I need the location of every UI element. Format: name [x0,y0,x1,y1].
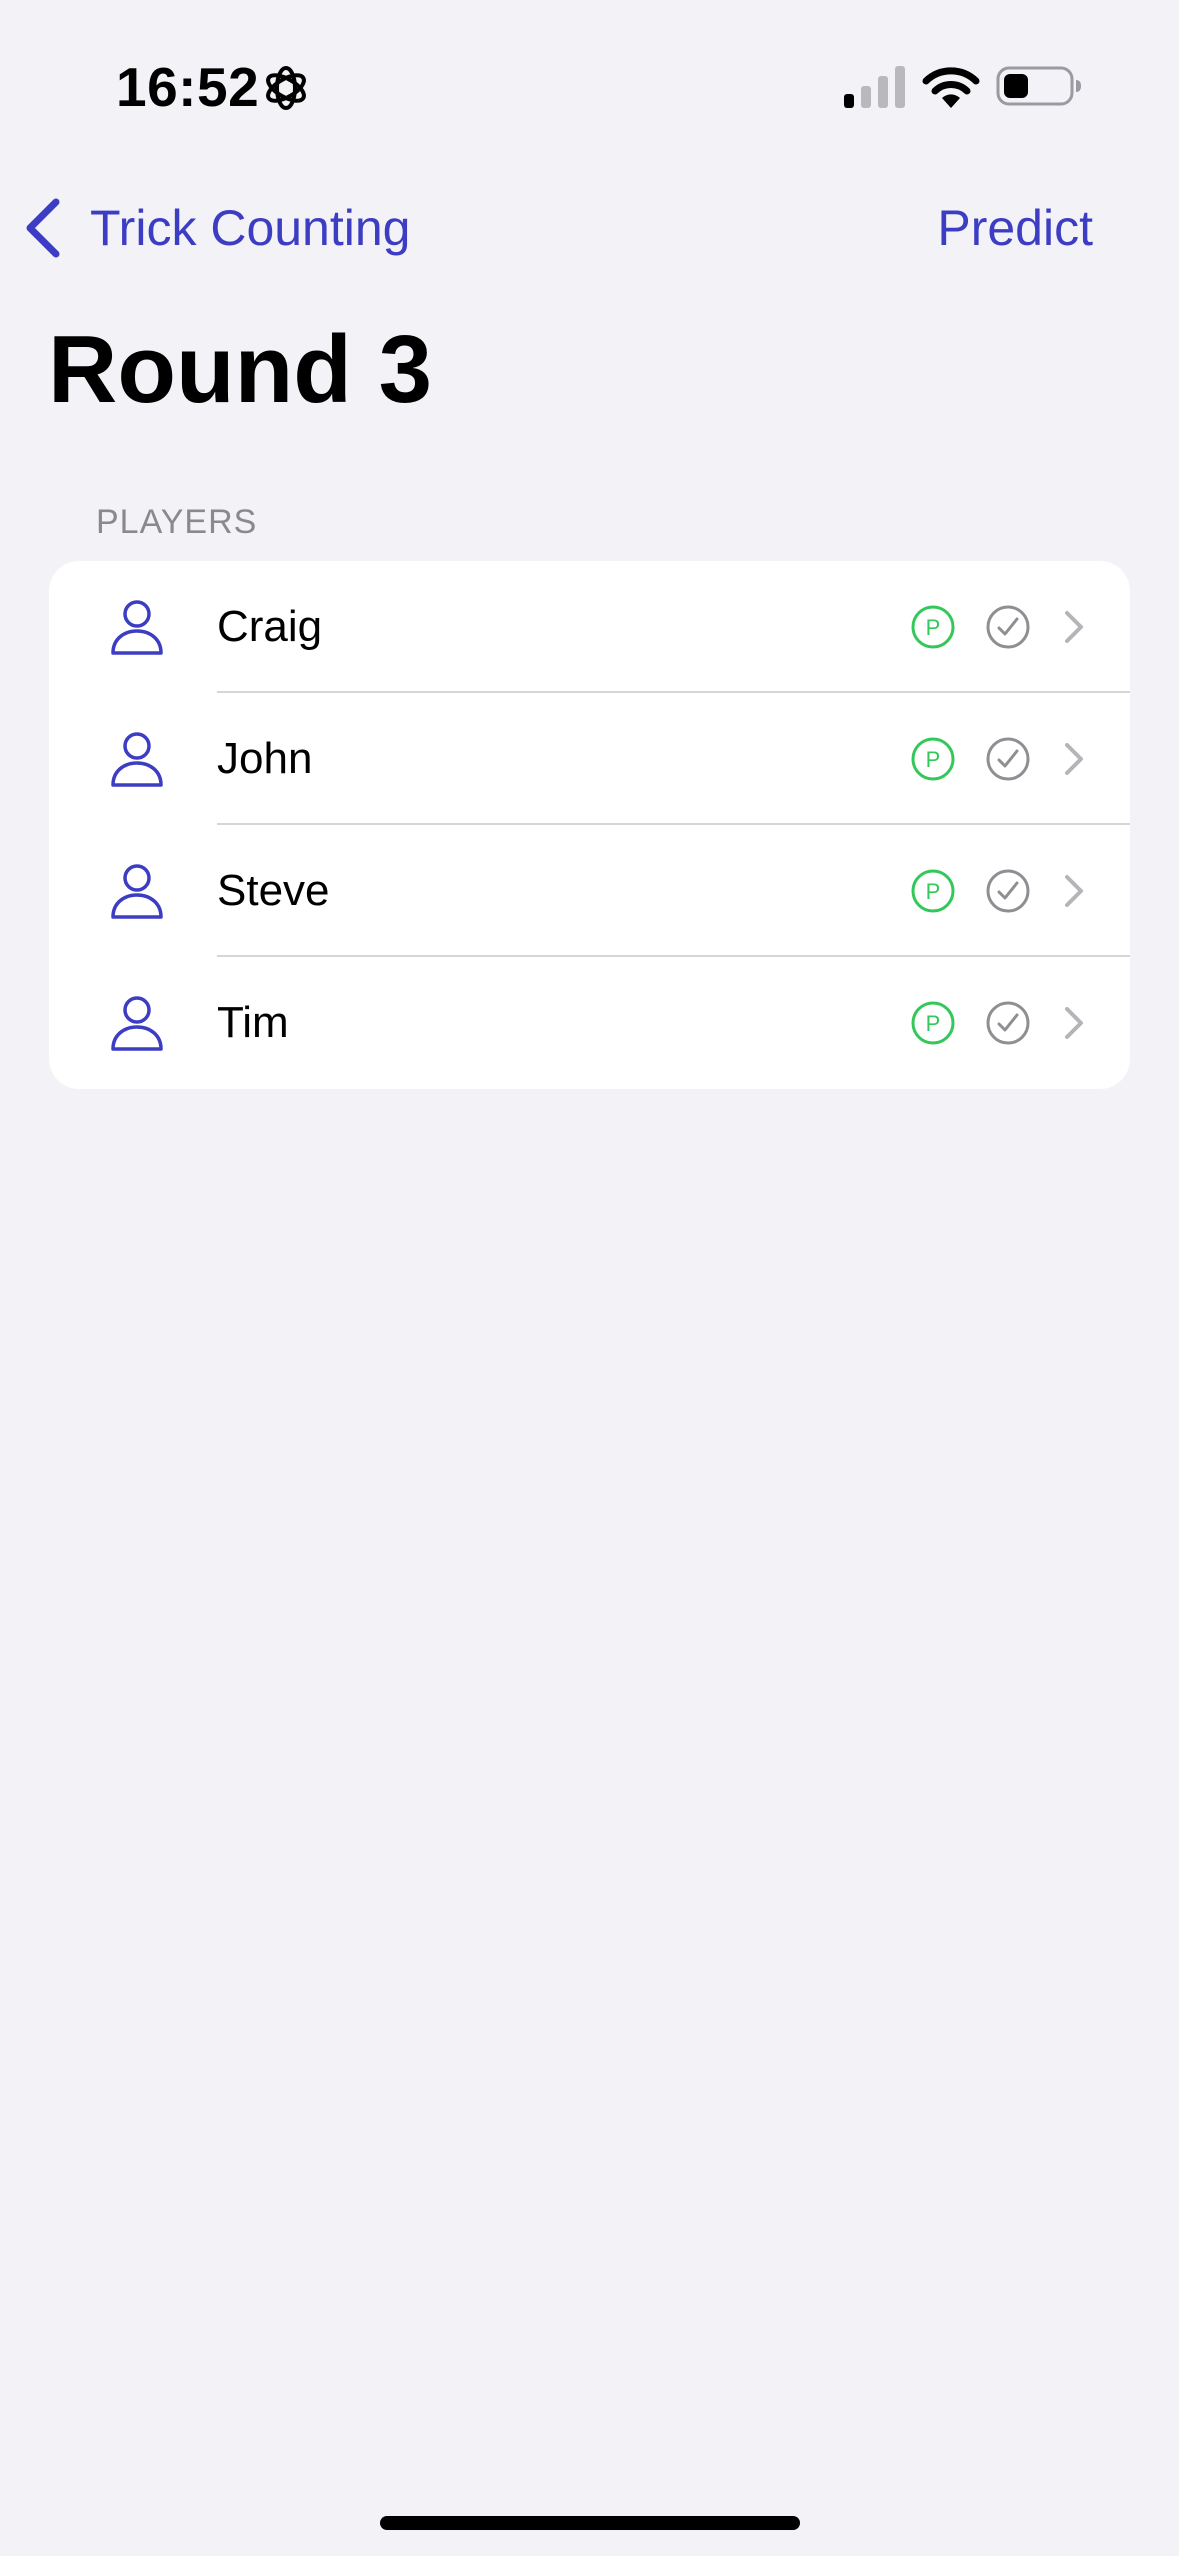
predict-button[interactable]: Predict [937,190,1093,266]
home-indicator[interactable] [380,2516,800,2530]
prediction-p-icon: P [911,605,955,649]
checkmark-circle-icon [986,605,1030,649]
checkmark-circle-icon [986,1001,1030,1045]
person-icon [111,600,163,655]
chevron-right-icon [1065,743,1083,775]
back-button-label: Trick Counting [90,200,411,256]
player-name: Steve [217,866,330,915]
person-icon [111,864,163,919]
player-row-craig[interactable]: Craig P [49,561,1130,693]
chevron-left-icon [26,198,60,258]
focus-flower-icon [266,66,306,110]
players-section-header: PLAYERS [96,503,258,541]
wifi-icon [922,67,980,108]
player-name: John [217,734,313,783]
prediction-p-icon: P [911,869,955,913]
status-time: 16:52 [116,56,260,118]
chevron-right-icon [1065,611,1083,643]
players-list: Craig P John P Steve P Tim P [49,561,1130,1089]
battery-icon [996,66,1081,106]
checkmark-circle-icon [986,737,1030,781]
player-row-steve[interactable]: Steve P [49,825,1130,957]
person-icon [111,996,163,1051]
player-row-tim[interactable]: Tim P [49,957,1130,1089]
prediction-badge-letter: P [926,747,941,772]
back-button[interactable]: Trick Counting [22,190,410,266]
person-icon [111,732,163,787]
cellular-signal-icon [844,66,905,108]
prediction-p-icon: P [911,737,955,781]
prediction-badge-letter: P [926,879,941,904]
player-row-john[interactable]: John P [49,693,1130,825]
prediction-p-icon: P [911,1001,955,1045]
chevron-right-icon [1065,875,1083,907]
checkmark-circle-icon [986,869,1030,913]
player-name: Tim [217,998,289,1047]
player-name: Craig [217,602,323,651]
prediction-badge-letter: P [926,1011,941,1036]
page-title: Round 3 [48,316,432,423]
prediction-badge-letter: P [926,615,941,640]
chevron-right-icon [1065,1007,1083,1039]
status-bar: 16:52 [0,0,1179,170]
